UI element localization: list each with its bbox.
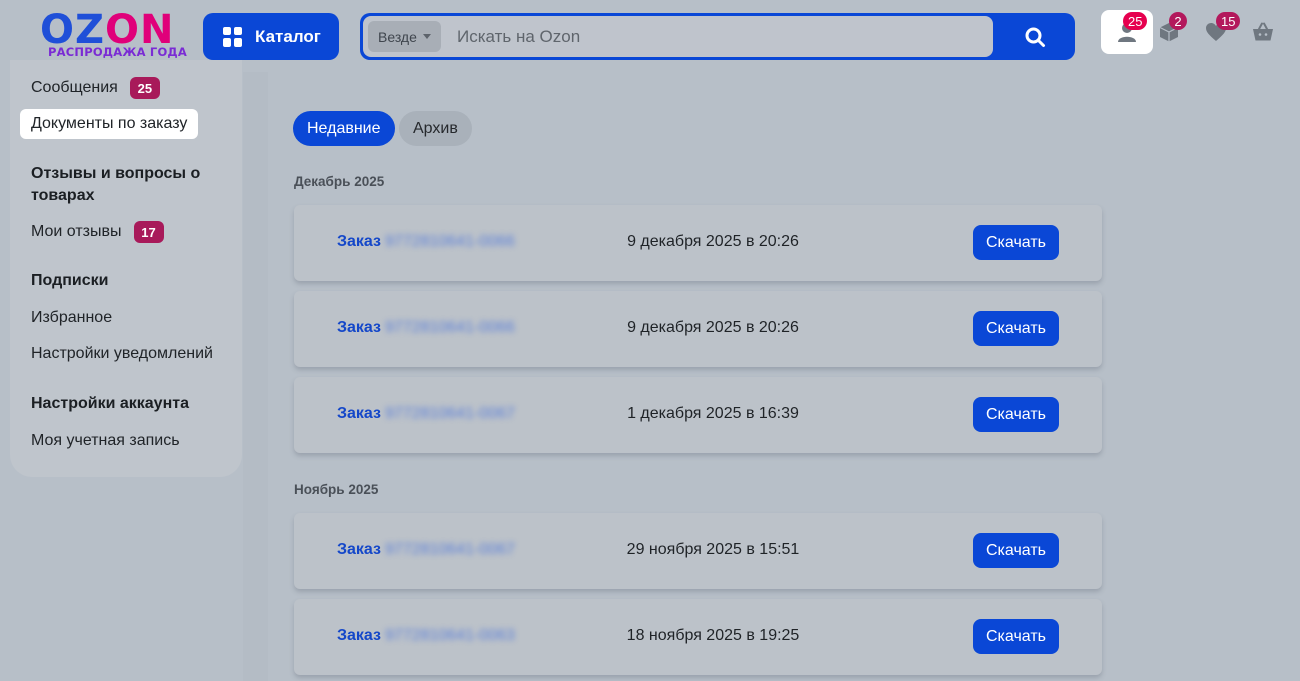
document-card: Заказ 9772810641-0066 9 декабря 2025 в 20… [294, 205, 1102, 281]
sidebar-item-my-reviews[interactable]: Мои отзывы 17 [31, 220, 164, 244]
search-input[interactable] [455, 16, 975, 57]
download-button[interactable]: Скачать [973, 619, 1059, 654]
logo-tagline: РАСПРОДАЖА ГОДА [48, 45, 187, 59]
account-sidebar: Сообщения 25 Документы по заказу Отзывы … [10, 60, 242, 477]
favorites-button[interactable]: 15 [1190, 10, 1242, 54]
download-button[interactable]: Скачать [973, 225, 1059, 260]
content-divider [243, 72, 268, 681]
tab-archive[interactable]: Архив [399, 111, 472, 146]
sidebar-item-favorites[interactable]: Избранное [31, 307, 112, 329]
catalog-label: Каталог [255, 26, 321, 46]
sidebar-heading-subscriptions: Подписки [31, 272, 109, 289]
document-card: Заказ 9772810641-0067 29 ноября 2025 в 15… [294, 513, 1102, 589]
chevron-down-icon [422, 34, 431, 39]
sidebar-item-label: Настройки уведомлений [31, 345, 213, 362]
search-icon [1025, 27, 1045, 47]
sidebar-item-my-account[interactable]: Моя учетная запись [31, 430, 180, 452]
search-button[interactable] [995, 13, 1075, 60]
month-group-title: Декабрь 2025 [294, 174, 385, 189]
ozon-logo[interactable]: OZON РАСПРОДАЖА ГОДА [40, 8, 187, 64]
orders-badge: 2 [1169, 12, 1187, 30]
cart-button[interactable] [1237, 10, 1289, 54]
month-group-title: Ноябрь 2025 [294, 482, 379, 497]
sidebar-item-label: Избранное [31, 309, 113, 326]
catalog-button[interactable]: Каталог [203, 13, 339, 60]
sidebar-item-label: Моя учетная запись [31, 432, 180, 449]
search-scope-dropdown[interactable]: Везде [368, 21, 441, 52]
sidebar-item-label: Документы по заказу [31, 115, 188, 132]
download-button[interactable]: Скачать [973, 533, 1059, 568]
reviews-count-badge: 17 [133, 221, 164, 243]
document-card: Заказ 9772810641-0067 1 декабря 2025 в 16… [294, 377, 1102, 453]
sidebar-item-label: Сообщения [31, 79, 118, 96]
search-scope-label: Везде [378, 28, 417, 45]
download-button[interactable]: Скачать [973, 397, 1059, 432]
sidebar-heading-account: Настройки аккаунта [31, 395, 189, 412]
document-card: Заказ 9772810641-0063 18 ноября 2025 в 19… [294, 599, 1102, 675]
sidebar-item-messages[interactable]: Сообщения 25 [31, 76, 160, 100]
document-card: Заказ 9772810641-0066 9 декабря 2025 в 20… [294, 291, 1102, 367]
sidebar-item-notifications[interactable]: Настройки уведомлений [31, 343, 213, 365]
sidebar-heading-reviews: Отзывы и вопросы о товарах [31, 165, 201, 204]
search-field: Везде [363, 16, 993, 57]
grid-icon [223, 26, 243, 47]
documents-content: Недавние Архив Декабрь 2025 Заказ 9772810… [268, 72, 1300, 681]
cart-icon [1253, 22, 1273, 41]
search-bar: Везде [360, 13, 1075, 60]
sidebar-item-label: Мои отзывы [31, 223, 122, 240]
messages-count-badge: 25 [129, 77, 160, 99]
download-button[interactable]: Скачать [973, 311, 1059, 346]
tab-recent[interactable]: Недавние [293, 111, 395, 146]
orders-button[interactable]: 2 [1143, 10, 1195, 54]
sidebar-item-documents[interactable]: Документы по заказу [20, 109, 199, 139]
